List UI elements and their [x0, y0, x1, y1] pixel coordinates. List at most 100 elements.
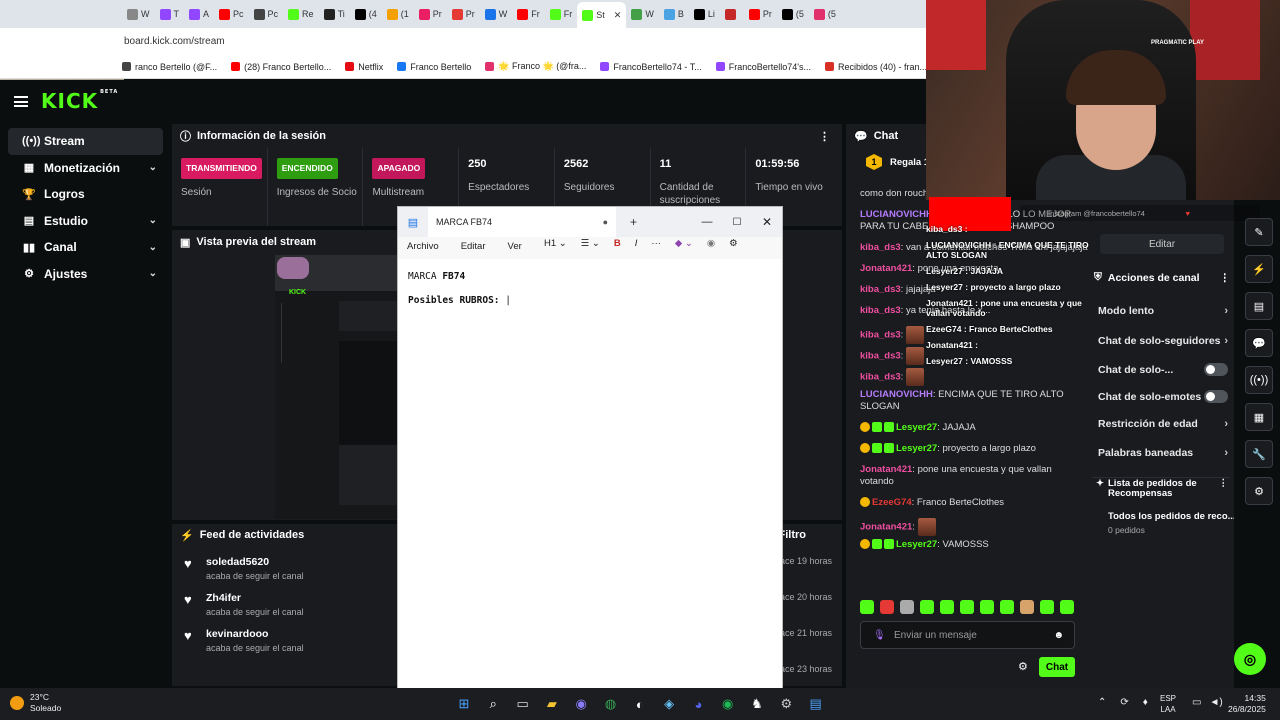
browser-tab[interactable]: Pr	[447, 3, 480, 25]
browser-tab[interactable]: (5	[809, 3, 841, 25]
edit-button[interactable]: Editar	[1100, 234, 1224, 254]
browser-tab[interactable]: W	[626, 3, 659, 25]
browser-tab[interactable]: Pc	[249, 3, 284, 25]
browser-tab[interactable]: Pr	[414, 3, 447, 25]
browser-tab[interactable]: (1	[382, 3, 414, 25]
spotify-icon[interactable]: ◉	[718, 694, 738, 714]
copilot-icon[interactable]: ◆ ⌄	[675, 238, 693, 249]
obs-icon[interactable]: ◉	[571, 694, 591, 714]
browser-tab[interactable]	[720, 3, 744, 25]
action-row[interactable]: Chat de solo-seguidores ›	[1098, 335, 1228, 347]
chat-username[interactable]: EzeeG74	[872, 497, 912, 508]
settings-icon[interactable]: ⚙	[729, 238, 738, 249]
notepad-taskbar-icon[interactable]: ▤	[806, 694, 826, 714]
browser-tab[interactable]: Ti	[319, 3, 350, 25]
browser-tab[interactable]: Pr	[744, 3, 777, 25]
sidebar-item-ajustes[interactable]: ⚙ Ajustes ⌄	[8, 261, 163, 288]
bookmark[interactable]: (28) Franco Bertello...	[231, 62, 331, 72]
notepad-document[interactable]: MARCA FB74 Posibles RUBROS: |	[398, 259, 782, 689]
chat-username[interactable]: Lesyer27	[896, 422, 937, 433]
chat-username[interactable]: kiba_ds3	[860, 330, 901, 341]
emote-icon[interactable]	[1040, 600, 1054, 614]
browser-tab[interactable]: Fr	[545, 3, 578, 25]
side-tool-icon[interactable]: ▦	[1245, 403, 1273, 431]
notepad-menu-editar[interactable]: Editar	[461, 241, 486, 252]
chevron-down-icon[interactable]: ⌄	[149, 242, 157, 253]
notepad-menu-archivo[interactable]: Archivo	[407, 241, 439, 252]
tab-close-icon[interactable]: ✕	[614, 10, 622, 21]
kick-logo[interactable]: KICK BETA	[41, 89, 118, 113]
browser-tab[interactable]: W	[480, 3, 513, 25]
weather-widget[interactable]: 23°C Soleado	[10, 692, 61, 714]
actions-more-icon[interactable]: ⋮	[1220, 272, 1231, 284]
chat-username[interactable]: LUCIANOVICHH	[860, 209, 933, 220]
epic-icon[interactable]: ♞	[747, 694, 767, 714]
emote-icon[interactable]	[900, 600, 914, 614]
discord-icon[interactable]: ◕	[688, 694, 708, 714]
address-bar[interactable]: board.kick.com/stream	[0, 28, 928, 55]
chat-settings-icon[interactable]: ⚙	[1018, 660, 1028, 673]
maximize-icon[interactable]: ☐	[722, 217, 752, 228]
task-view-icon[interactable]: ▭	[513, 694, 533, 714]
menu-icon[interactable]	[14, 95, 28, 107]
more-format-icon[interactable]: ···	[651, 238, 661, 249]
sync-icon[interactable]: ⟳	[1120, 697, 1128, 708]
help-fab-icon[interactable]: ◎	[1234, 643, 1266, 675]
browser-tab[interactable]: B	[659, 3, 689, 25]
chat-username[interactable]: LUCIANOVICHH	[860, 389, 933, 400]
chat-username[interactable]: kiba_ds3	[860, 351, 901, 362]
heading-select[interactable]: H1 ⌄	[544, 238, 567, 249]
chevron-right-icon[interactable]: ›	[1224, 335, 1228, 347]
chat-username[interactable]: Jonatan421	[860, 522, 912, 533]
bookmark[interactable]: 🌟 Franco 🌟 (@fra...	[485, 61, 586, 72]
bookmark[interactable]: Recibidos (40) - fran...	[824, 62, 927, 72]
sidebar-item-canal[interactable]: ▮▮ Canal ⌄	[8, 234, 163, 261]
clock[interactable]: 14:35 26/8/2025	[1228, 693, 1266, 715]
chevron-down-icon[interactable]: ⌄	[149, 268, 157, 279]
side-tool-icon[interactable]: ⚙	[1245, 477, 1273, 505]
mic-tray-icon[interactable]: ♦	[1143, 697, 1148, 708]
chat-username[interactable]: Jonatan421	[860, 263, 912, 274]
emote-icon[interactable]	[940, 600, 954, 614]
unsaved-dot-icon[interactable]: ●	[603, 217, 608, 227]
chat-username[interactable]: Lesyer27	[896, 443, 937, 454]
browser-tab[interactable]: W	[122, 3, 155, 25]
search-icon[interactable]: ⌕	[483, 694, 503, 714]
browser-tab[interactable]: Li	[689, 3, 720, 25]
language-indicator[interactable]: ESP LAA	[1160, 693, 1176, 715]
emote-icon[interactable]	[920, 600, 934, 614]
side-tool-icon[interactable]: ⚡	[1245, 255, 1273, 283]
stream-preview-video[interactable]: KICK	[275, 255, 397, 519]
side-tool-icon[interactable]: ▤	[1245, 292, 1273, 320]
browser-tab[interactable]: Pc	[214, 3, 249, 25]
rewards-all[interactable]: Todos los pedidos de reco...	[1108, 511, 1234, 522]
settings-icon[interactable]: ⚙	[776, 694, 796, 714]
bookmark[interactable]: Netflix	[345, 62, 383, 72]
volume-icon[interactable]: ◄)	[1209, 697, 1222, 708]
explorer-icon[interactable]: ▰	[542, 694, 562, 714]
sidebar-item-stream[interactable]: ((•)) Stream	[8, 128, 163, 155]
italic-icon[interactable]: I	[635, 238, 638, 249]
chevron-down-icon[interactable]: ⌄	[149, 162, 157, 173]
action-row[interactable]: Chat de solo-...	[1098, 363, 1228, 376]
chat-username[interactable]: Lesyer27	[896, 539, 937, 550]
list-icon[interactable]: ☰ ⌄	[581, 238, 600, 249]
emote-icon[interactable]	[1020, 600, 1034, 614]
chevron-up-icon[interactable]: ⌃	[1098, 697, 1106, 708]
action-row[interactable]: Palabras baneadas ›	[1098, 447, 1228, 459]
github-icon[interactable]: ◐	[630, 694, 650, 714]
emote-icon[interactable]	[1000, 600, 1014, 614]
bookmark[interactable]: FrancoBertello74 - T...	[600, 62, 702, 72]
sidebar-item-monetización[interactable]: ▦ Monetización ⌄	[8, 155, 163, 182]
new-tab-icon[interactable]: +	[630, 215, 637, 229]
rewards-more-icon[interactable]: ⋮	[1219, 479, 1229, 499]
mic-icon[interactable]: 🎙	[873, 630, 886, 641]
system-tray[interactable]: ▭ ◄)	[1192, 697, 1223, 708]
browser-tab[interactable]: St ✕	[577, 2, 627, 28]
emote-icon[interactable]	[980, 600, 994, 614]
action-row[interactable]: Modo lento ›	[1098, 305, 1228, 317]
browser-tab[interactable]: T	[155, 3, 185, 25]
emote-icon[interactable]	[960, 600, 974, 614]
side-tool-icon[interactable]: ✎	[1245, 218, 1273, 246]
emote-icon[interactable]	[1060, 600, 1074, 614]
